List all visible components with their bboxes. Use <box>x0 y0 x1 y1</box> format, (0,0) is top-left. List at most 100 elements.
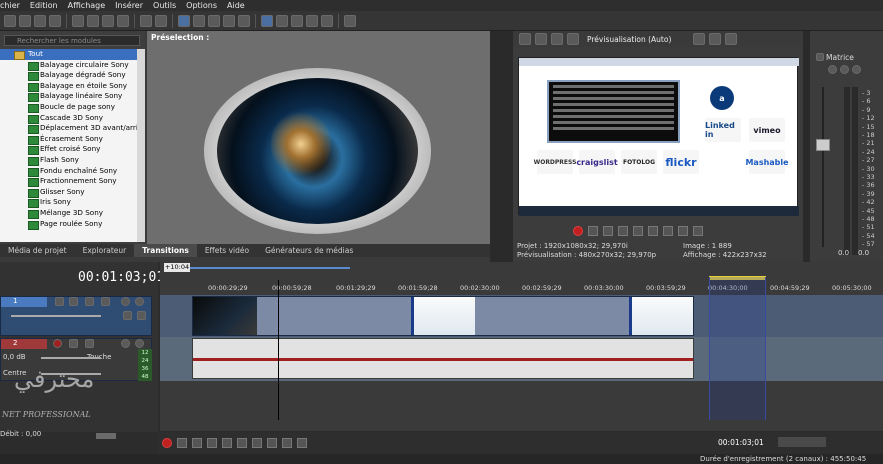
master-mute-icon[interactable] <box>840 65 849 74</box>
search-icon[interactable] <box>321 14 333 27</box>
menu-edition[interactable]: Edition <box>30 1 58 10</box>
panel-splitter[interactable] <box>490 31 513 262</box>
search-input[interactable]: Rechercher les modules <box>4 35 140 46</box>
tree-item[interactable]: Balayage en étoile Sony <box>0 81 137 92</box>
cut-icon[interactable] <box>72 14 84 27</box>
tree-root-all[interactable]: Tout <box>0 49 137 60</box>
tree-scrollbar[interactable] <box>137 49 145 242</box>
marker-label[interactable]: +10:04 <box>164 263 190 272</box>
go-start-icon[interactable] <box>252 438 262 448</box>
open-icon[interactable] <box>19 14 31 27</box>
track-volume-slider[interactable] <box>41 357 101 359</box>
tab-explorateur[interactable]: Explorateur <box>75 244 135 257</box>
tree-item[interactable]: Iris Sony <box>0 197 137 208</box>
track-solo-icon[interactable] <box>135 339 144 348</box>
save-icon[interactable] <box>34 14 46 27</box>
track-settings-icon[interactable] <box>101 297 110 306</box>
tab-effets-video[interactable]: Effets vidéo <box>197 244 257 257</box>
snap-icon[interactable] <box>261 14 273 27</box>
lock-icon[interactable] <box>291 14 303 27</box>
go-end-icon[interactable] <box>267 438 277 448</box>
overlays-icon[interactable] <box>693 33 706 45</box>
envelope-tool-icon[interactable] <box>193 14 205 27</box>
loop-icon[interactable] <box>588 226 598 236</box>
rate-slider[interactable] <box>96 433 116 439</box>
select-tool-icon[interactable] <box>178 14 190 27</box>
play-start-icon[interactable] <box>192 438 202 448</box>
trim-icon[interactable] <box>238 14 250 27</box>
next-frame-icon[interactable] <box>693 226 703 236</box>
tree-item[interactable]: Boucle de page sony <box>0 102 137 113</box>
end-icon[interactable] <box>663 226 673 236</box>
tree-item[interactable]: Écrasement Sony <box>0 134 137 145</box>
track-compositing-icon[interactable] <box>85 297 94 306</box>
paste-icon[interactable] <box>102 14 114 27</box>
tree-item[interactable]: Fractionnement Sony <box>0 176 137 187</box>
undo-icon[interactable] <box>140 14 152 27</box>
record-icon[interactable] <box>573 226 583 236</box>
tab-generateurs[interactable]: Générateurs de médias <box>257 244 361 257</box>
stop-icon[interactable] <box>237 438 247 448</box>
track-solo-icon[interactable] <box>135 297 144 306</box>
copy-snapshot-icon[interactable] <box>709 33 722 45</box>
master-solo-icon[interactable] <box>852 65 861 74</box>
track-mute-icon[interactable] <box>121 339 130 348</box>
tab-transitions[interactable]: Transitions <box>134 244 197 257</box>
preview-quality-select[interactable]: Prévisualisation (Auto) <box>587 35 671 44</box>
fx-icon[interactable] <box>551 33 563 45</box>
tree-item[interactable]: Effet croisé Sony <box>0 144 137 155</box>
pause-icon[interactable] <box>618 226 628 236</box>
tree-item[interactable]: Mélange 3D Sony <box>0 208 137 219</box>
tree-item[interactable]: Balayage dégradé Sony <box>0 70 137 81</box>
track-fx-icon[interactable] <box>69 297 78 306</box>
ripple-icon[interactable] <box>276 14 288 27</box>
properties-icon[interactable] <box>519 33 531 45</box>
track-mute-icon[interactable] <box>121 297 130 306</box>
video-track-header[interactable]: 1 <box>0 296 152 336</box>
stop-icon[interactable] <box>633 226 643 236</box>
external-monitor-icon[interactable] <box>535 33 547 45</box>
tree-item[interactable]: Balayage linéaire Sony <box>0 91 137 102</box>
audio-clip[interactable] <box>192 338 694 379</box>
prev-frame-icon[interactable] <box>282 438 292 448</box>
menu-inserer[interactable]: Insérer <box>115 1 143 10</box>
new-icon[interactable] <box>4 14 16 27</box>
track-arm-record-icon[interactable] <box>53 339 62 348</box>
start-icon[interactable] <box>648 226 658 236</box>
pause-icon[interactable] <box>222 438 232 448</box>
track-arrow-icon[interactable] <box>137 311 146 320</box>
master-fx-icon[interactable] <box>828 65 837 74</box>
help-icon[interactable] <box>344 14 356 27</box>
next-frame-icon[interactable] <box>297 438 307 448</box>
timecode-field[interactable] <box>778 437 826 447</box>
tab-media-projet[interactable]: Média de projet <box>0 244 75 257</box>
menu-options[interactable]: Options <box>186 1 217 10</box>
render-icon[interactable] <box>49 14 61 27</box>
copy-icon[interactable] <box>87 14 99 27</box>
track-level-slider[interactable] <box>11 315 101 317</box>
prev-frame-icon[interactable] <box>678 226 688 236</box>
video-clip[interactable] <box>192 296 694 336</box>
split-icon[interactable] <box>223 14 235 27</box>
track-motion-icon[interactable] <box>55 297 64 306</box>
tree-item[interactable]: Page roulée Sony <box>0 219 137 230</box>
tree-item[interactable]: Cascade 3D Sony <box>0 113 137 124</box>
tree-item[interactable]: Balayage circulaire Sony <box>0 60 137 71</box>
loop-region-bar[interactable] <box>190 267 350 269</box>
selection-region[interactable] <box>709 277 766 420</box>
menu-affichage[interactable]: Affichage <box>68 1 106 10</box>
zoom-tool-icon[interactable] <box>208 14 220 27</box>
track-envelope-icon[interactable] <box>123 311 132 320</box>
tree-item[interactable]: Fondu enchaîné Sony <box>0 166 137 177</box>
timeline-ruler[interactable]: +10:04 00:00:29;29 00:00:59;28 00:01:29;… <box>160 262 883 295</box>
master-fader[interactable] <box>816 139 830 151</box>
tree-item[interactable]: Glisser Sony <box>0 187 137 198</box>
play-icon[interactable] <box>207 438 217 448</box>
markers-icon[interactable] <box>306 14 318 27</box>
delete-icon[interactable] <box>117 14 129 27</box>
redo-icon[interactable] <box>155 14 167 27</box>
track-settings-icon[interactable] <box>85 339 94 348</box>
menu-fichier[interactable]: chier <box>0 1 20 10</box>
split-screen-icon[interactable] <box>567 33 579 45</box>
tree-item[interactable]: Flash Sony <box>0 155 137 166</box>
